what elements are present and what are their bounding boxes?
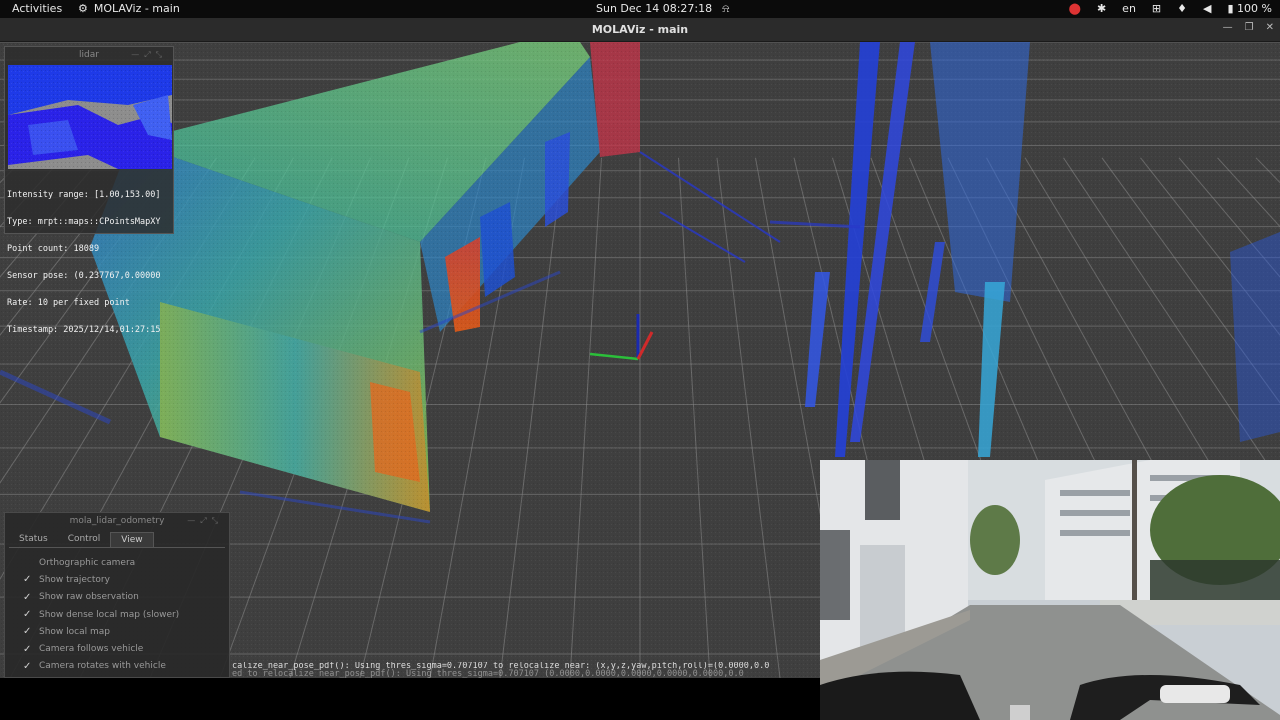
odometry-window[interactable]: mola_lidar_odometry —⤢⤡ Status Control V… bbox=[4, 512, 230, 678]
option-show-raw-observation[interactable]: ✓ Show raw observation bbox=[23, 589, 229, 606]
tab-view[interactable]: View bbox=[110, 532, 154, 547]
option-label: Camera follows vehicle bbox=[39, 644, 144, 655]
console-line: ed to relocalize near_pose_pdf(): Using … bbox=[232, 669, 744, 678]
checkmark-icon[interactable]: ✓ bbox=[23, 661, 33, 672]
tab-control[interactable]: Control bbox=[58, 532, 111, 547]
lidar-info-text: Intensity range: [1.00,153.00] Type: mrp… bbox=[5, 171, 173, 355]
network-icon[interactable]: ⊞ bbox=[1152, 2, 1161, 15]
checkmark-icon[interactable]: ✓ bbox=[23, 626, 33, 637]
option-label: Show dense local map (slower) bbox=[39, 609, 180, 620]
lidar-window[interactable]: lidar —⤢⤡ Intensity range: [1.00,153.00]… bbox=[4, 46, 174, 335]
battery-indicator[interactable]: ▮ 100 % bbox=[1227, 2, 1272, 15]
option-show-trajectory[interactable]: ✓ Show trajectory bbox=[23, 571, 229, 588]
record-icon[interactable]: ⬤ bbox=[1069, 2, 1081, 15]
lidar-info-line: Timestamp: 2025/12/14,01:27:15 bbox=[7, 325, 161, 335]
top-bar: Activities ⚙ MOLAViz - main Sun Dec 14 0… bbox=[0, 0, 1280, 18]
lidar-info-line: Point count: 18089 bbox=[7, 244, 100, 254]
minimize-icon[interactable]: — bbox=[131, 50, 144, 59]
tab-status[interactable]: Status bbox=[9, 532, 58, 547]
option-label: Show raw observation bbox=[39, 592, 139, 603]
console-log: calize_near_pose_pdf(): Using thres_sigm… bbox=[232, 662, 820, 678]
minimize-icon[interactable]: — bbox=[1223, 22, 1233, 33]
odometry-window-title: mola_lidar_odometry bbox=[69, 516, 165, 526]
window-titlebar[interactable]: MOLAViz - main — ❐ ✕ bbox=[0, 18, 1280, 42]
close-icon[interactable]: ⤡ bbox=[156, 50, 167, 59]
window-title: MOLAViz - main bbox=[591, 23, 689, 36]
option-label: Show local map bbox=[39, 626, 110, 637]
battery-icon: ▮ bbox=[1227, 2, 1234, 15]
accessibility-icon[interactable]: ✱ bbox=[1097, 2, 1106, 15]
alarm-icon: ⍾ bbox=[722, 2, 730, 15]
app-icon: ⚙ bbox=[78, 2, 88, 15]
option-show-local-map[interactable]: ✓ Show local map bbox=[23, 623, 229, 640]
datetime-label: Sun Dec 14 08:27:18 bbox=[596, 2, 713, 15]
option-label: Camera rotates with vehicle bbox=[39, 661, 166, 672]
checkmark-icon[interactable]: ✓ bbox=[23, 609, 33, 620]
minimize-icon[interactable]: — bbox=[187, 516, 200, 525]
lidar-info-line: Sensor pose: (0.237767,0.00000 bbox=[7, 271, 161, 281]
option-label: Show trajectory bbox=[39, 574, 110, 585]
lidar-range-image bbox=[8, 65, 172, 169]
option-orthographic-camera[interactable]: Orthographic camera bbox=[23, 554, 229, 571]
app-menu[interactable]: ⚙ MOLAViz - main bbox=[78, 2, 180, 15]
option-show-dense-local-map[interactable]: ✓ Show dense local map (slower) bbox=[23, 606, 229, 623]
checkmark-icon[interactable]: ✓ bbox=[23, 592, 33, 603]
microphone-icon[interactable]: ♦ bbox=[1177, 2, 1187, 15]
checkmark-icon[interactable]: ✓ bbox=[23, 574, 33, 585]
clock[interactable]: Sun Dec 14 08:27:18 ⍾ bbox=[596, 2, 729, 16]
maximize-icon[interactable]: ⤢ bbox=[200, 516, 211, 525]
lidar-info-line: Intensity range: [1.00,153.00] bbox=[7, 190, 161, 200]
option-camera-rotates-with-vehicle[interactable]: ✓ Camera rotates with vehicle bbox=[23, 658, 229, 675]
language-indicator[interactable]: en bbox=[1122, 2, 1136, 15]
lidar-window-title: lidar bbox=[79, 50, 99, 60]
close-icon[interactable]: ⤡ bbox=[212, 516, 223, 525]
option-camera-follows-vehicle[interactable]: ✓ Camera follows vehicle bbox=[23, 640, 229, 657]
close-icon[interactable]: ✕ bbox=[1266, 22, 1274, 33]
odometry-window-title-bar[interactable]: mola_lidar_odometry —⤢⤡ bbox=[5, 513, 229, 529]
option-label: Orthographic camera bbox=[39, 557, 136, 568]
odometry-tabs: Status Control View bbox=[9, 532, 225, 548]
window-controls: — ❐ ✕ bbox=[1223, 22, 1274, 33]
lidar-info-line: Type: mrpt::maps::CPointsMapXY bbox=[7, 217, 161, 227]
camera-view bbox=[820, 460, 1280, 720]
volume-icon[interactable]: ◀ bbox=[1203, 2, 1211, 15]
maximize-icon[interactable]: ⤢ bbox=[144, 50, 155, 59]
checkmark-icon[interactable]: ✓ bbox=[23, 644, 33, 655]
lidar-info-line: Rate: 10 per fixed point bbox=[7, 298, 130, 308]
app-menu-label: MOLAViz - main bbox=[93, 2, 180, 15]
bottom-letterbox bbox=[0, 678, 820, 720]
battery-label: 100 % bbox=[1237, 2, 1272, 15]
system-tray[interactable]: ⬤ ✱ en ⊞ ♦ ◀ ▮ 100 % bbox=[1069, 2, 1272, 15]
view-options: Orthographic camera ✓ Show trajectory ✓ Sh… bbox=[5, 548, 229, 675]
lidar-window-title-bar[interactable]: lidar —⤢⤡ bbox=[5, 47, 173, 63]
activities-button[interactable]: Activities bbox=[12, 2, 62, 15]
maximize-icon[interactable]: ❐ bbox=[1245, 22, 1254, 33]
